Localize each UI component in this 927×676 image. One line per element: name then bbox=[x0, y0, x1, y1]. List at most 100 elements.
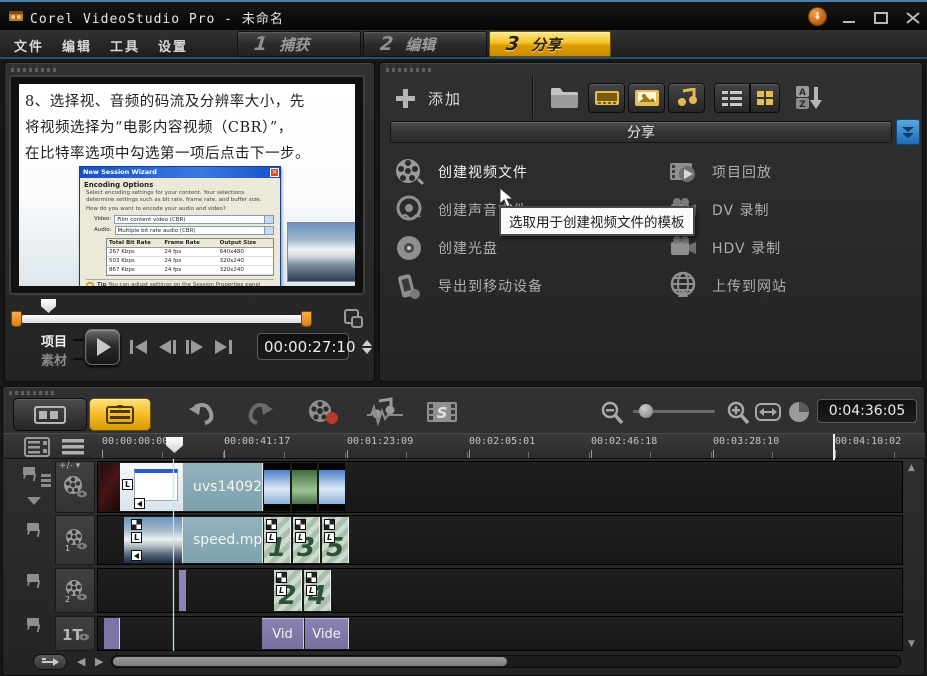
timeline-clip[interactable]: uvs14092 bbox=[182, 463, 263, 511]
timeline-ruler[interactable]: 00:00:00:00 00:00:41:17 00:01:23:09 00:0… bbox=[4, 433, 925, 459]
go-to-end-button[interactable] bbox=[211, 338, 235, 356]
project-mode-label[interactable]: 项目 bbox=[41, 331, 67, 350]
zoom-in-button[interactable] bbox=[725, 400, 751, 430]
timeline-clip[interactable] bbox=[264, 463, 290, 511]
horizontal-scroll-thumb[interactable] bbox=[113, 657, 507, 666]
panel-grip[interactable] bbox=[386, 68, 432, 72]
overlay-track-1-content[interactable]: L speed.mp 1 L 3 L 5 L bbox=[97, 515, 903, 565]
option-create-video-file[interactable]: 创建视频文件 bbox=[394, 157, 528, 187]
storyboard-view-button[interactable] bbox=[13, 398, 87, 431]
project-duration-icon[interactable] bbox=[787, 400, 811, 428]
timeline-clip[interactable] bbox=[104, 618, 120, 649]
sound-mixer-button[interactable] bbox=[365, 397, 405, 431]
expand-tracks-chevron[interactable] bbox=[27, 497, 41, 505]
scroll-left-arrow[interactable]: ◀ bbox=[77, 655, 85, 668]
sort-button[interactable]: A Z bbox=[792, 83, 826, 113]
preview-timecode[interactable]: 00:00:27:10 bbox=[257, 333, 349, 360]
panel-grip[interactable] bbox=[9, 391, 55, 395]
option-upload-to-website[interactable]: 上传到网站 bbox=[668, 271, 787, 301]
thumbnail-view-button[interactable] bbox=[750, 83, 780, 113]
zoom-slider-thumb[interactable] bbox=[639, 404, 653, 418]
timeline-clip[interactable]: 4 L bbox=[304, 570, 331, 611]
preview-position-marker[interactable] bbox=[41, 299, 56, 313]
filter-image-button[interactable] bbox=[628, 83, 665, 113]
panel-grip[interactable] bbox=[11, 68, 57, 72]
scroll-down-arrow[interactable]: ▼ bbox=[908, 639, 915, 649]
bitrate-table: Total Bit Rate Frame Rate Output Size 26… bbox=[106, 238, 274, 276]
trim-bar[interactable] bbox=[21, 315, 307, 323]
swap-track-button[interactable] bbox=[33, 654, 67, 670]
timeline-clip[interactable]: speed.mp bbox=[182, 517, 263, 563]
trim-start-handle[interactable] bbox=[11, 311, 22, 327]
timeline-clip[interactable] bbox=[292, 463, 317, 511]
next-frame-button[interactable] bbox=[183, 338, 207, 356]
timeline-clip[interactable]: Vide bbox=[305, 618, 349, 649]
scroll-up-arrow[interactable]: ▲ bbox=[908, 463, 915, 473]
overlay-track-1-header[interactable]: 1 bbox=[55, 515, 95, 565]
option-project-playback[interactable]: 项目回放 bbox=[668, 157, 772, 187]
menu-edit[interactable]: 编辑 bbox=[62, 36, 92, 55]
timecode-spinner[interactable] bbox=[362, 340, 372, 354]
step-tab-capture[interactable]: 1 捕获 bbox=[237, 31, 361, 57]
title-track-header[interactable]: 1T bbox=[55, 616, 95, 651]
track-add-remove-tools[interactable]: +/- ▾ bbox=[59, 461, 80, 471]
share-section-header[interactable]: 分享 bbox=[390, 121, 892, 143]
maximize-button[interactable] bbox=[870, 11, 892, 25]
option-export-mobile-device[interactable]: 导出到移动设备 bbox=[394, 271, 543, 301]
timeline-clip[interactable]: Vid bbox=[262, 618, 304, 649]
update-badge-icon[interactable] bbox=[808, 7, 827, 26]
title-track-content[interactable]: Vid Vide bbox=[97, 616, 903, 651]
undo-button[interactable] bbox=[187, 399, 217, 431]
fit-project-in-window-button[interactable] bbox=[755, 402, 781, 426]
overlay-track-2-content[interactable]: 2 L 4 L bbox=[97, 568, 903, 613]
menu-settings[interactable]: 设置 bbox=[158, 36, 188, 55]
ruler-scale[interactable]: 00:00:00:00 00:00:41:17 00:01:23:09 00:0… bbox=[98, 434, 915, 458]
timeline-view-icon bbox=[105, 405, 135, 425]
timeline-clip[interactable]: 5 L bbox=[322, 517, 349, 563]
scroll-right-arrow[interactable]: ▶ bbox=[95, 655, 103, 668]
timeline-clip[interactable]: 2 L bbox=[274, 570, 302, 611]
smart-proxy-button[interactable]: S bbox=[425, 397, 465, 431]
minimize-button[interactable] bbox=[838, 11, 860, 25]
menu-tools[interactable]: 工具 bbox=[110, 36, 140, 55]
clip-mode-label[interactable]: 素材 bbox=[41, 350, 67, 369]
timeline-zoom-slider[interactable] bbox=[633, 410, 715, 413]
option-create-disc[interactable]: 创建光盘 bbox=[394, 233, 498, 263]
timeline-clip[interactable] bbox=[319, 463, 345, 511]
redo-button[interactable] bbox=[245, 399, 275, 431]
timeline-view-button[interactable] bbox=[89, 398, 151, 431]
playhead-line[interactable] bbox=[173, 459, 174, 651]
step-tab-edit[interactable]: 2 编辑 bbox=[363, 31, 487, 57]
zoom-out-button[interactable] bbox=[599, 400, 625, 430]
timeline-panel: S 0:04:36:05 00:00:00:00 00:00:41:17 00:… bbox=[2, 386, 925, 676]
track-manager-icon[interactable] bbox=[24, 437, 50, 461]
overlay-track-2-header[interactable]: 2 bbox=[55, 568, 95, 613]
trim-end-handle[interactable] bbox=[301, 311, 312, 327]
collapse-panel-button[interactable] bbox=[896, 119, 920, 145]
title-track-icon: 1T bbox=[60, 624, 90, 644]
list-view-button[interactable] bbox=[714, 83, 750, 113]
browse-folder-icon[interactable] bbox=[548, 83, 582, 115]
timeline-clip[interactable] bbox=[179, 570, 186, 611]
play-button[interactable] bbox=[85, 329, 120, 365]
close-button[interactable] bbox=[902, 11, 924, 25]
menu-file[interactable]: 文件 bbox=[14, 36, 44, 55]
add-button[interactable]: 添加 bbox=[394, 85, 514, 115]
previous-frame-button[interactable] bbox=[155, 338, 179, 356]
filter-audio-button[interactable] bbox=[668, 83, 705, 113]
ripple-edit-icon[interactable] bbox=[39, 473, 53, 489]
timeline-vertical-scrollbar[interactable]: ▲ ▼ bbox=[905, 461, 919, 651]
record-capture-button[interactable] bbox=[305, 397, 341, 431]
track-list-icon[interactable] bbox=[60, 437, 86, 461]
timeline-clip[interactable]: 3 L bbox=[293, 517, 320, 563]
option-hdv-record[interactable]: HDV 录制 bbox=[668, 233, 781, 263]
timeline-clip[interactable] bbox=[100, 463, 120, 511]
timeline-clip[interactable]: 1 L bbox=[264, 517, 291, 563]
filter-video-button[interactable] bbox=[588, 83, 625, 113]
enlarge-preview-icon[interactable] bbox=[343, 308, 365, 334]
timeline-horizontal-scrollbar[interactable] bbox=[111, 655, 901, 668]
step-tab-share[interactable]: 3 分享 bbox=[489, 31, 611, 57]
go-to-start-button[interactable] bbox=[127, 338, 151, 356]
music-note-icon bbox=[676, 88, 698, 108]
video-track-content[interactable]: L uvs14092 bbox=[97, 461, 903, 513]
